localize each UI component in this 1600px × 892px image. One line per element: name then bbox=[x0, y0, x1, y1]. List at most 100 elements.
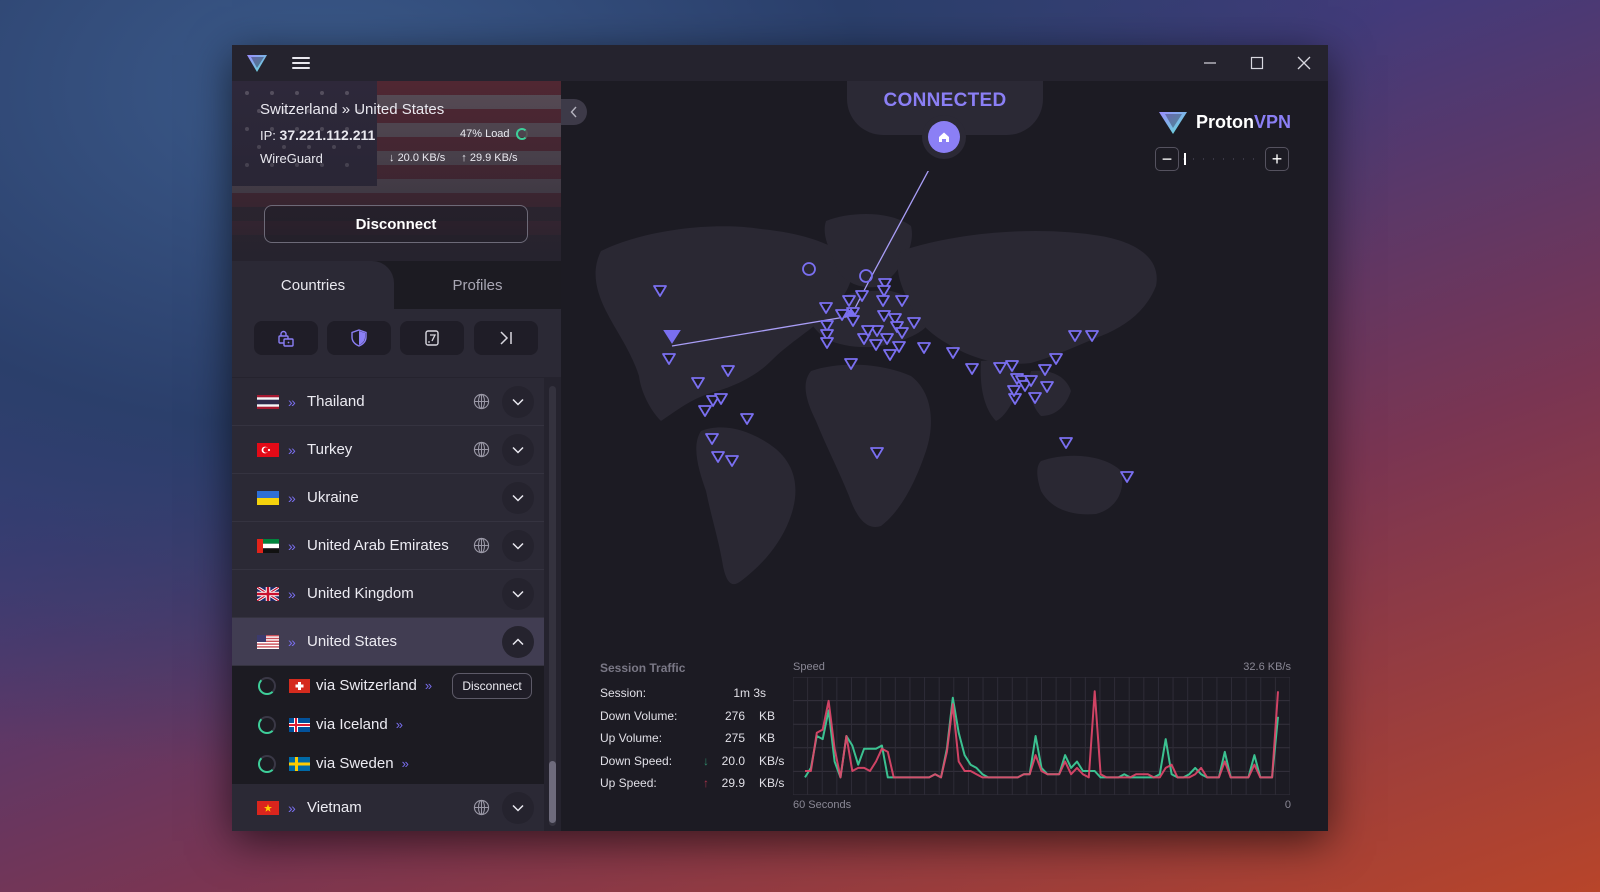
load-ring-icon bbox=[258, 715, 276, 734]
server-marker[interactable] bbox=[1120, 471, 1134, 483]
up-speed-value: 29.9 KB/s bbox=[469, 152, 518, 164]
speed-chart bbox=[793, 677, 1290, 795]
server-marker[interactable] bbox=[820, 337, 834, 349]
secure-core-filter[interactable] bbox=[254, 321, 318, 355]
server-marker[interactable] bbox=[698, 405, 712, 417]
server-marker[interactable] bbox=[965, 363, 979, 375]
disconnect-button[interactable]: Disconnect bbox=[264, 205, 528, 243]
server-marker[interactable] bbox=[740, 413, 754, 425]
traffic-value: 20.0 bbox=[721, 754, 745, 768]
traffic-label: Up Speed: bbox=[600, 776, 657, 790]
x-axis-right-label: 0 bbox=[1284, 799, 1291, 811]
chevron-double-right-icon: » bbox=[424, 678, 432, 693]
collapse-button[interactable] bbox=[502, 625, 534, 658]
country-row-united-kingdom[interactable]: » United Kingdom bbox=[232, 570, 544, 618]
chevron-down-icon bbox=[512, 590, 524, 598]
server-marker[interactable] bbox=[883, 349, 897, 361]
server-marker[interactable] bbox=[1049, 353, 1063, 365]
traffic-value: 1m 3s bbox=[733, 686, 766, 700]
globe-icon bbox=[473, 393, 490, 410]
flag-thailand-icon bbox=[257, 394, 279, 409]
server-marker[interactable] bbox=[946, 347, 960, 359]
flag-uae-icon bbox=[257, 538, 279, 553]
chevron-double-right-icon: » bbox=[288, 799, 296, 816]
arrow-up-icon: ↑ bbox=[461, 152, 470, 164]
down-speed-value: 20.0 KB/s bbox=[397, 152, 446, 164]
chevron-double-right-icon: » bbox=[395, 717, 403, 732]
home-icon bbox=[939, 132, 949, 142]
globe-icon bbox=[473, 537, 490, 554]
netshield-filter[interactable] bbox=[327, 321, 391, 355]
home-location-button[interactable] bbox=[928, 121, 960, 153]
expand-button[interactable] bbox=[502, 529, 534, 562]
scroll-track[interactable] bbox=[549, 386, 556, 826]
country-name: United States bbox=[307, 633, 398, 650]
country-name: United Kingdom bbox=[307, 585, 414, 602]
tab-countries[interactable]: Countries bbox=[232, 261, 394, 309]
expand-button[interactable] bbox=[502, 385, 534, 418]
streaming-filter[interactable] bbox=[400, 321, 464, 355]
country-row-turkey[interactable]: » Turkey bbox=[232, 426, 544, 474]
sidebar: Switzerland » United States IP: 37.221.1… bbox=[232, 81, 561, 831]
app-window: Switzerland » United States IP: 37.221.1… bbox=[232, 45, 1328, 831]
flag-ukraine-icon bbox=[257, 490, 279, 505]
zoom-slider-thumb[interactable] bbox=[1184, 153, 1186, 165]
server-marker[interactable] bbox=[917, 342, 931, 354]
p2p-filter[interactable] bbox=[474, 321, 538, 355]
tab-bar: Countries Profiles bbox=[232, 261, 561, 309]
server-disconnect-button[interactable]: Disconnect bbox=[452, 672, 532, 699]
speed-chart-title: Speed bbox=[793, 661, 825, 673]
expand-button[interactable] bbox=[502, 577, 534, 610]
expand-button[interactable] bbox=[502, 791, 534, 824]
protonvpn-brand: ProtonVPN bbox=[1158, 109, 1291, 135]
country-list-scrollbar[interactable] bbox=[544, 378, 561, 831]
chevron-up-icon bbox=[512, 637, 524, 645]
ip-label: IP: bbox=[260, 128, 276, 143]
flag-iceland-icon bbox=[289, 717, 310, 732]
world-map[interactable] bbox=[561, 171, 1328, 591]
server-name-text: via Iceland bbox=[316, 716, 388, 733]
country-row-thailand[interactable]: » Thailand bbox=[232, 378, 544, 426]
country-row-vietnam[interactable]: » Vietnam bbox=[232, 784, 544, 831]
server-row-via-sweden[interactable]: via Sweden » bbox=[232, 744, 544, 783]
arrow-down-icon: ↓ bbox=[703, 754, 709, 768]
protocol-label: WireGuard bbox=[260, 151, 323, 166]
maximize-button[interactable] bbox=[1234, 45, 1280, 81]
hamburger-menu-icon[interactable] bbox=[290, 54, 312, 72]
country-list: » Thailand » Turkey » Ukraine » United A… bbox=[232, 378, 544, 831]
chevron-down-icon bbox=[512, 446, 524, 454]
server-marker[interactable] bbox=[1059, 437, 1073, 449]
chevron-double-right-icon: » bbox=[288, 441, 296, 458]
country-name: Vietnam bbox=[307, 799, 362, 816]
country-row-ukraine[interactable]: » Ukraine bbox=[232, 474, 544, 522]
country-row-uae[interactable]: » United Arab Emirates bbox=[232, 522, 544, 570]
flag-turkey-icon bbox=[257, 442, 279, 457]
map-panel: CONNECTED ProtonVPN − + Session Traffic … bbox=[561, 81, 1328, 831]
expand-button[interactable] bbox=[502, 433, 534, 466]
server-row-via-iceland[interactable]: via Iceland » bbox=[232, 705, 544, 744]
chevron-double-right-icon: » bbox=[288, 585, 296, 602]
load-text: 47% Load bbox=[460, 128, 510, 140]
chevron-double-right-icon: » bbox=[288, 537, 296, 554]
connection-route: Switzerland » United States bbox=[260, 101, 445, 118]
server-list: via Switzerland » Disconnect via Iceland »… bbox=[232, 666, 544, 784]
minimize-button[interactable] bbox=[1187, 45, 1233, 81]
chevron-double-right-icon: » bbox=[288, 489, 296, 506]
tab-profiles[interactable]: Profiles bbox=[394, 261, 561, 309]
zoom-in-button[interactable]: + bbox=[1265, 147, 1289, 171]
expand-button[interactable] bbox=[502, 481, 534, 514]
scroll-thumb[interactable] bbox=[549, 761, 556, 823]
brand-name: ProtonVPN bbox=[1196, 112, 1291, 133]
server-row-via-switzerland[interactable]: via Switzerland » Disconnect bbox=[232, 666, 544, 705]
collapse-sidebar-button[interactable] bbox=[561, 99, 587, 125]
server-name-text: via Sweden bbox=[316, 755, 394, 772]
zoom-out-button[interactable]: − bbox=[1155, 147, 1179, 171]
flag-sweden-icon bbox=[289, 756, 310, 771]
filter-bar bbox=[232, 309, 561, 377]
chevron-double-right-icon: » bbox=[288, 393, 296, 410]
country-row-united-states[interactable]: » United States bbox=[232, 618, 544, 666]
zoom-slider-track[interactable] bbox=[1183, 158, 1263, 160]
close-button[interactable] bbox=[1281, 45, 1327, 81]
map-zoom-control: − + bbox=[1155, 147, 1289, 173]
country-name: Turkey bbox=[307, 441, 353, 458]
